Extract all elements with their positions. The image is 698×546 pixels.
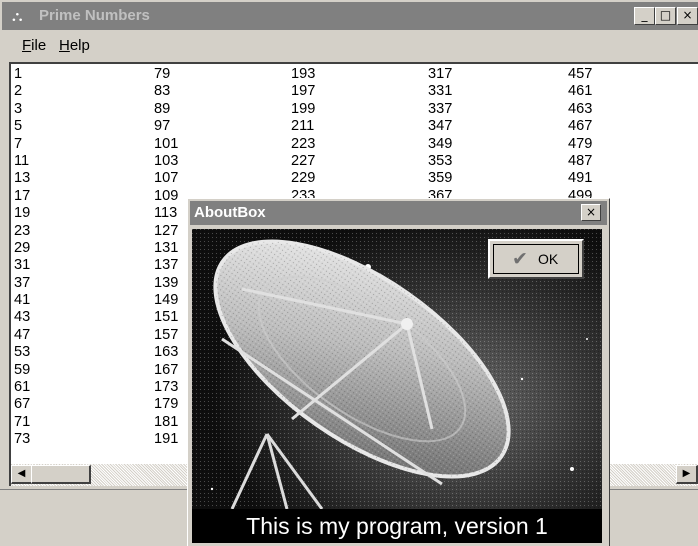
prime-number: 487 (568, 152, 593, 169)
prime-number: 349 (428, 135, 453, 152)
prime-number: 67 (14, 396, 31, 413)
prime-number: 2 (14, 83, 23, 100)
prime-number: 31 (14, 257, 31, 274)
prime-number: 139 (154, 274, 179, 291)
satellite-dish-icon: ⛬ (12, 7, 23, 25)
prime-number: 227 (291, 152, 316, 169)
scroll-left-button[interactable]: ◀ (11, 465, 33, 484)
menu-help-accel: H (59, 37, 70, 54)
menu-help[interactable]: Help (59, 37, 90, 55)
number-column: 1 2 3 5 7 11 13 17 19 23 29 31 37 41 43 47 53 59 61 67 71 73 (14, 66, 30, 449)
prime-number: 11 (14, 152, 30, 169)
prime-number: 59 (14, 361, 31, 378)
prime-number: 337 (428, 100, 453, 117)
close-button[interactable]: × (677, 7, 698, 25)
prime-number: 163 (154, 344, 179, 361)
minimize-button[interactable]: _ (634, 7, 655, 25)
checkmark-icon: ✔ (512, 248, 528, 270)
window-title: Prime Numbers (39, 7, 150, 24)
prime-number: 461 (568, 83, 593, 100)
prime-number: 97 (154, 118, 171, 135)
prime-number: 211 (291, 118, 315, 135)
prime-number: 37 (14, 274, 31, 291)
menu-file[interactable]: File (22, 37, 46, 55)
prime-number: 491 (568, 170, 593, 187)
title-bar[interactable]: ⛬ Prime Numbers _ □ × (2, 2, 698, 30)
prime-number: 317 (428, 66, 453, 82)
about-dialog: AboutBox × ✔ OK This is my program, vers… (187, 198, 610, 546)
prime-number: 151 (154, 309, 179, 326)
ok-label: OK (538, 251, 559, 267)
prime-number: 79 (154, 66, 171, 82)
prime-number: 7 (14, 135, 23, 152)
prime-number: 193 (291, 66, 316, 82)
about-caption: This is my program, version 1 (246, 513, 548, 539)
prime-number: 89 (154, 100, 171, 117)
prime-number: 127 (154, 222, 179, 239)
prime-number: 23 (14, 222, 31, 239)
prime-number: 463 (568, 100, 593, 117)
prime-number: 479 (568, 135, 593, 152)
prime-number: 197 (291, 83, 316, 100)
number-column: 193 197 199 211 223 227 229 233 (291, 66, 315, 205)
about-close-button[interactable]: × (581, 204, 601, 221)
prime-number: 179 (154, 396, 179, 413)
prime-number: 1 (14, 66, 23, 82)
prime-number: 353 (428, 152, 453, 169)
prime-number: 107 (154, 170, 179, 187)
maximize-button[interactable]: □ (655, 7, 676, 25)
prime-number: 41 (14, 292, 31, 309)
prime-number: 199 (291, 100, 316, 117)
satellite-dish-photo: ✔ OK This is my program, version 1 (192, 229, 602, 543)
prime-number: 101 (154, 135, 179, 152)
menu-file-rest: ile (31, 37, 47, 54)
prime-number: 347 (428, 118, 453, 135)
number-column: 79 83 89 97 101 103 107 109 113 127 131 137 139 149 15… (154, 66, 178, 449)
prime-number: 157 (154, 326, 179, 343)
prime-number: 109 (154, 187, 179, 204)
about-title: AboutBox (194, 204, 266, 221)
prime-number: 137 (154, 257, 179, 274)
prime-number: 131 (154, 239, 179, 256)
prime-number: 43 (14, 309, 31, 326)
prime-number: 19 (14, 205, 31, 222)
prime-number: 467 (568, 118, 593, 135)
prime-number: 167 (154, 361, 179, 378)
prime-number: 47 (14, 326, 31, 343)
about-title-bar[interactable]: AboutBox × (190, 201, 607, 225)
prime-number: 223 (291, 135, 316, 152)
number-column: 457 461 463 467 479 487 491 499 (568, 66, 592, 205)
ok-button[interactable]: ✔ OK (488, 239, 584, 279)
prime-number: 83 (154, 83, 171, 100)
menu-bar: File Help (2, 33, 698, 57)
prime-number: 53 (14, 344, 31, 361)
prime-number: 331 (428, 83, 453, 100)
number-column: 317 331 337 347 349 353 359 367 (428, 66, 452, 205)
prime-number: 229 (291, 170, 316, 187)
prime-number: 103 (154, 152, 179, 169)
prime-number: 5 (14, 118, 23, 135)
prime-number: 191 (154, 431, 179, 448)
prime-number: 3 (14, 100, 23, 117)
prime-number: 457 (568, 66, 593, 82)
prime-number: 61 (14, 379, 31, 396)
prime-number: 173 (154, 379, 179, 396)
prime-number: 149 (154, 292, 179, 309)
prime-number: 17 (14, 187, 31, 204)
prime-number: 13 (14, 170, 31, 187)
prime-number: 181 (154, 413, 179, 430)
prime-number: 113 (154, 205, 178, 222)
prime-number: 29 (14, 239, 31, 256)
scroll-thumb[interactable] (31, 465, 91, 484)
menu-help-rest: elp (69, 37, 90, 54)
menu-file-accel: F (22, 37, 32, 54)
prime-number: 359 (428, 170, 453, 187)
prime-number: 73 (14, 431, 31, 448)
prime-number: 71 (14, 413, 31, 430)
scroll-right-button[interactable]: ▶ (676, 465, 698, 484)
